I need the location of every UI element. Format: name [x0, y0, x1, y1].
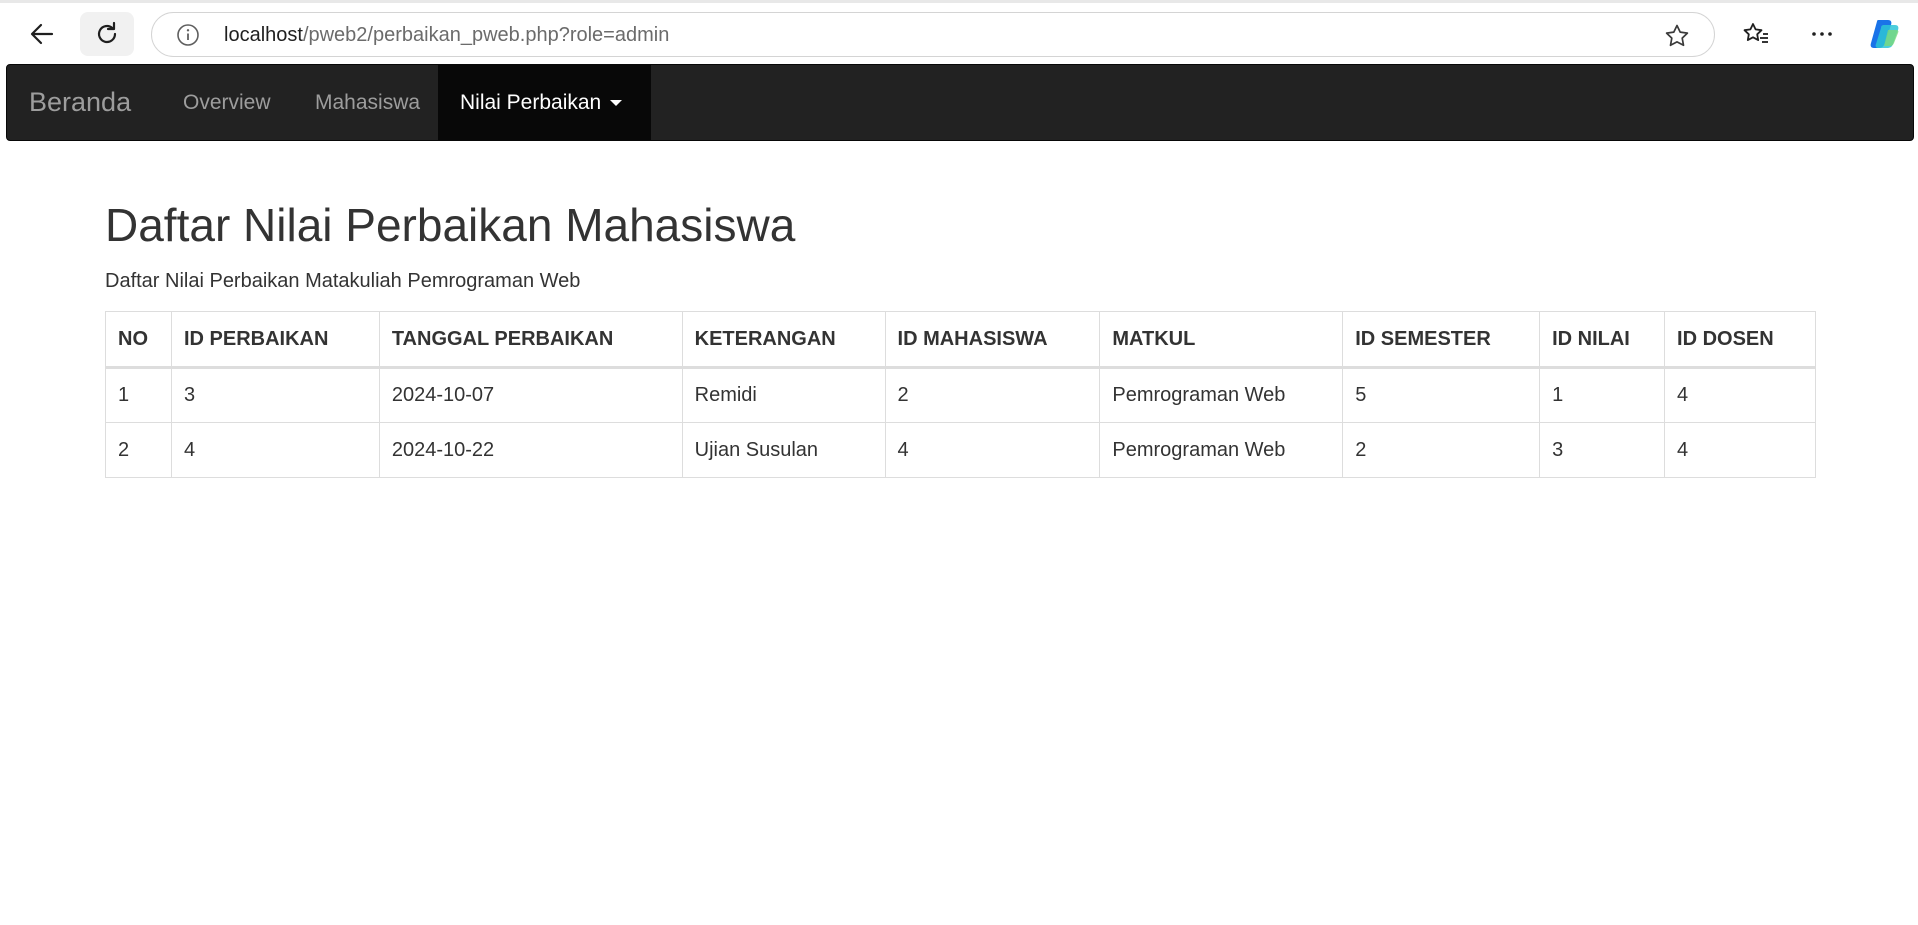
table-header-row: NO ID PERBAIKAN TANGGAL PERBAIKAN KETERA…: [105, 311, 1816, 369]
table-cell: Ujian Susulan: [681, 422, 886, 478]
column-header: KETERANGAN: [681, 311, 886, 369]
page-subtitle: Daftar Nilai Perbaikan Matakuliah Pemrog…: [105, 270, 581, 292]
table-row: 2 4 2024-10-22 Ujian Susulan 4 Pemrogram…: [105, 422, 1816, 478]
reload-button[interactable]: [80, 12, 134, 56]
column-header: MATKUL: [1099, 311, 1344, 369]
table-row: 1 3 2024-10-07 Remidi 2 Pemrograman Web …: [105, 367, 1816, 423]
nav-item-nilai-perbaikan-label: Nilai Perbaikan: [460, 91, 602, 114]
column-header: ID DOSEN: [1664, 311, 1816, 369]
column-header: ID PERBAIKAN: [170, 311, 380, 369]
url-path: /pweb2/perbaikan_pweb.php?role=admin: [302, 24, 670, 46]
table-cell: 4: [1664, 367, 1816, 423]
navbar-brand[interactable]: Beranda: [29, 65, 131, 140]
column-header: TANGGAL PERBAIKAN: [378, 311, 683, 369]
column-header: ID SEMESTER: [1342, 311, 1541, 369]
back-arrow-icon: [28, 20, 56, 48]
nav-item-mahasiswa[interactable]: Mahasiswa: [293, 65, 442, 140]
table-cell: 1: [1539, 367, 1666, 423]
back-button[interactable]: [20, 12, 64, 56]
browser-toolbar: localhost/pweb2/perbaikan_pweb.php?role=…: [0, 0, 1918, 64]
table-cell: Pemrograman Web: [1099, 367, 1344, 423]
column-header: ID MAHASISWA: [884, 311, 1101, 369]
table-cell: 2: [105, 422, 172, 478]
table-cell: 2: [1342, 422, 1541, 478]
copilot-icon: [1868, 16, 1904, 52]
copilot-button[interactable]: [1864, 12, 1908, 56]
star-icon[interactable]: [1664, 23, 1690, 49]
table-cell: 4: [884, 422, 1101, 478]
favorites-button[interactable]: [1734, 12, 1778, 56]
table-cell: 4: [170, 422, 380, 478]
table-cell: 1: [105, 367, 172, 423]
table-cell: 4: [1664, 422, 1816, 478]
url-host: localhost: [224, 24, 303, 46]
more-button[interactable]: [1800, 12, 1844, 56]
info-icon[interactable]: [176, 23, 200, 47]
table-cell: Remidi: [681, 367, 886, 423]
table-cell: 5: [1342, 367, 1541, 423]
page-title: Daftar Nilai Perbaikan Mahasiswa: [105, 199, 796, 251]
reload-icon: [93, 20, 121, 48]
caret-down-icon: [610, 100, 623, 107]
table-cell: 3: [170, 367, 380, 423]
table-cell: 2024-10-07: [378, 367, 683, 423]
nav-item-nilai-perbaikan[interactable]: Nilai Perbaikan: [438, 65, 651, 140]
url-text[interactable]: localhost/pweb2/perbaikan_pweb.php?role=…: [224, 23, 669, 47]
table-cell: 3: [1539, 422, 1666, 478]
favorites-icon: [1742, 20, 1770, 48]
nav-item-overview[interactable]: Overview: [161, 65, 293, 140]
tab-strip-edge: [0, 0, 1918, 3]
more-icon: [1808, 20, 1836, 48]
main-navbar: Beranda Overview Mahasiswa Nilai Perbaik…: [6, 64, 1914, 141]
nilai-perbaikan-table: NO ID PERBAIKAN TANGGAL PERBAIKAN KETERA…: [105, 311, 1816, 478]
column-header: ID NILAI: [1539, 311, 1666, 369]
column-header: NO: [105, 311, 172, 369]
table-cell: 2: [884, 367, 1101, 423]
table-cell: 2024-10-22: [378, 422, 683, 478]
table-cell: Pemrograman Web: [1099, 422, 1344, 478]
address-bar[interactable]: localhost/pweb2/perbaikan_pweb.php?role=…: [151, 12, 1715, 57]
